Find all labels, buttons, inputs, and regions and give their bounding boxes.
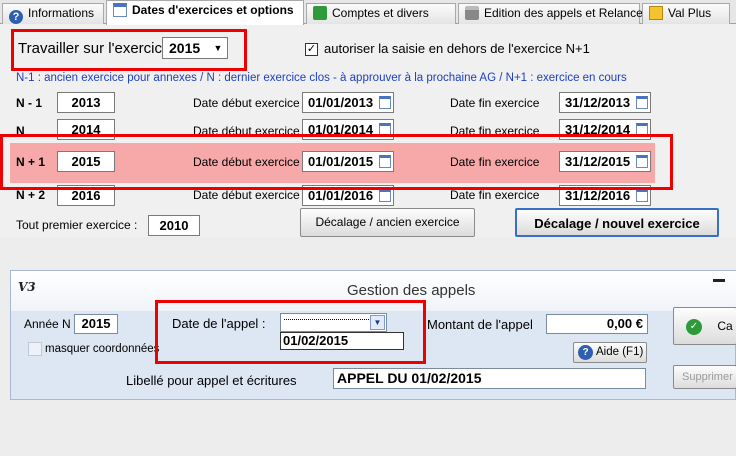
check-icon: ✓ — [686, 318, 702, 335]
highlight-current-exercise — [0, 134, 673, 190]
end-date-label: Date fin exercice — [450, 96, 540, 110]
calendar-icon[interactable] — [379, 189, 391, 202]
confirm-button[interactable]: ✓ Ca — [673, 307, 736, 345]
shift-new-exercise-button[interactable]: Décalage / nouvel exercice — [515, 208, 719, 237]
tab-val-plus[interactable]: Val Plus — [642, 3, 730, 24]
minimize-icon[interactable] — [713, 279, 725, 282]
first-exercise-field[interactable]: 2010 — [148, 215, 200, 236]
info-icon: ? — [9, 10, 23, 24]
tab-informations[interactable]: ? Informations — [2, 3, 104, 24]
printer-icon — [465, 6, 479, 20]
start-date-label: Date début exercice — [193, 96, 300, 110]
label-field-label: Libellé pour appel et écritures — [126, 373, 297, 388]
help-icon: ? — [578, 345, 593, 360]
year-label: Année N — [24, 317, 71, 331]
delete-button[interactable]: Supprimer à — [673, 365, 736, 389]
valplus-icon — [649, 6, 663, 20]
year-field[interactable]: 2015 — [74, 314, 118, 334]
tab-bar: ? Informations Dates d'exercices et optio… — [0, 0, 736, 25]
year-field[interactable]: 2013 — [57, 92, 115, 113]
tab-dates-exercices[interactable]: Dates d'exercices et options — [106, 0, 304, 25]
help-button[interactable]: ? Aide (F1) — [573, 342, 647, 363]
row-label: N - 1 — [16, 96, 43, 110]
first-exercise-label: Tout premier exercice : — [16, 218, 138, 232]
end-date-label: Date fin exercice — [450, 188, 540, 202]
dialog-title: Gestion des appels — [347, 282, 476, 299]
label-field[interactable]: APPEL DU 01/02/2015 — [333, 368, 646, 389]
start-date-label: Date début exercice — [193, 188, 300, 202]
calendar-icon[interactable] — [636, 96, 648, 109]
app-logo: V3 — [18, 280, 36, 294]
shift-old-exercise-button[interactable]: Décalage / ancien exercice — [300, 208, 475, 237]
allow-outside-checkbox[interactable]: ✓ — [305, 43, 318, 56]
row-label: N + 2 — [16, 188, 46, 202]
hide-coords-label: masquer coordonnées — [45, 343, 160, 355]
amount-field[interactable]: 0,00 € — [546, 314, 648, 334]
call-management-dialog: V3 Gestion des appels Année N 2015 masqu… — [10, 270, 736, 400]
highlight-call-date — [155, 300, 426, 364]
amount-label: Montant de l'appel — [427, 317, 533, 332]
hide-coords-checkbox[interactable] — [28, 342, 42, 356]
start-date-field[interactable]: 01/01/2013 — [302, 92, 394, 113]
exercise-settings-window: ? Informations Dates d'exercices et optio… — [0, 0, 736, 237]
highlight-exercise-selector — [11, 29, 247, 71]
tab-comptes-divers[interactable]: Comptes et divers — [306, 3, 456, 24]
accounts-icon — [313, 6, 327, 20]
end-date-field[interactable]: 31/12/2013 — [559, 92, 651, 113]
calendar-icon[interactable] — [379, 96, 391, 109]
calendar-icon[interactable] — [636, 189, 648, 202]
tab-edition-appels[interactable]: Edition des appels et Relance — [458, 3, 643, 24]
allow-outside-label: autoriser la saisie en dehors de l'exerc… — [324, 41, 590, 56]
calendar-icon — [113, 3, 127, 17]
exercise-legend: N-1 : ancien exercice pour annexes / N :… — [16, 72, 627, 84]
